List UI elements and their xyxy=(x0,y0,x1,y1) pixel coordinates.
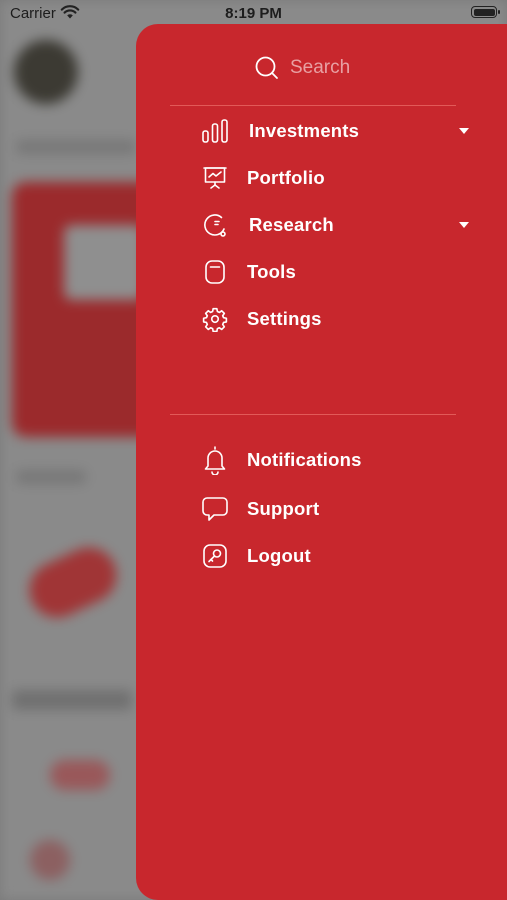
menu-item-label: Notifications xyxy=(247,449,362,470)
avatar xyxy=(14,40,78,104)
background-text xyxy=(16,140,136,154)
menu-item-label: Research xyxy=(249,214,334,235)
navigation-drawer: Search Investments Portfolio Research To… xyxy=(136,24,507,900)
menu-item-logout[interactable]: Logout xyxy=(200,539,311,573)
gear-icon xyxy=(200,304,230,334)
divider xyxy=(170,105,456,106)
divider xyxy=(170,414,456,415)
menu-item-label: Tools xyxy=(247,261,296,282)
background-graphic xyxy=(50,760,110,790)
chat-bubble-icon xyxy=(200,494,230,524)
menu-item-investments[interactable]: Investments xyxy=(200,114,470,148)
menu-item-label: Settings xyxy=(247,308,322,329)
background-text xyxy=(16,470,86,484)
menu-item-label: Investments xyxy=(249,120,360,141)
menu-item-research[interactable]: Research xyxy=(200,208,470,242)
background-graphic xyxy=(20,538,126,627)
logout-icon xyxy=(200,541,230,571)
background-text xyxy=(12,690,132,710)
menu-item-tools[interactable]: Tools xyxy=(200,255,296,289)
background-graphic xyxy=(30,840,70,880)
menu-item-notifications[interactable]: Notifications xyxy=(200,443,362,477)
search-placeholder: Search xyxy=(290,57,351,78)
background-card-image xyxy=(64,225,144,300)
tools-icon xyxy=(200,257,230,287)
menu-item-settings[interactable]: Settings xyxy=(200,302,322,336)
menu-item-label: Support xyxy=(247,498,320,519)
search-field[interactable]: Search xyxy=(254,54,350,82)
menu-item-label: Logout xyxy=(247,545,311,566)
search-icon xyxy=(255,56,278,79)
menu-item-portfolio[interactable]: Portfolio xyxy=(200,161,325,195)
chevron-down-icon[interactable] xyxy=(459,222,469,228)
status-bar: Carrier 8:19 PM xyxy=(0,0,507,28)
menu-item-label: Portfolio xyxy=(247,167,325,188)
bell-icon xyxy=(200,445,230,475)
chevron-down-icon[interactable] xyxy=(459,128,469,134)
clock: 8:19 PM xyxy=(225,5,282,22)
research-icon xyxy=(200,210,230,240)
presentation-icon xyxy=(200,163,230,193)
battery-icon xyxy=(471,6,500,18)
bar-chart-icon xyxy=(200,116,230,146)
menu-item-support[interactable]: Support xyxy=(200,492,319,526)
